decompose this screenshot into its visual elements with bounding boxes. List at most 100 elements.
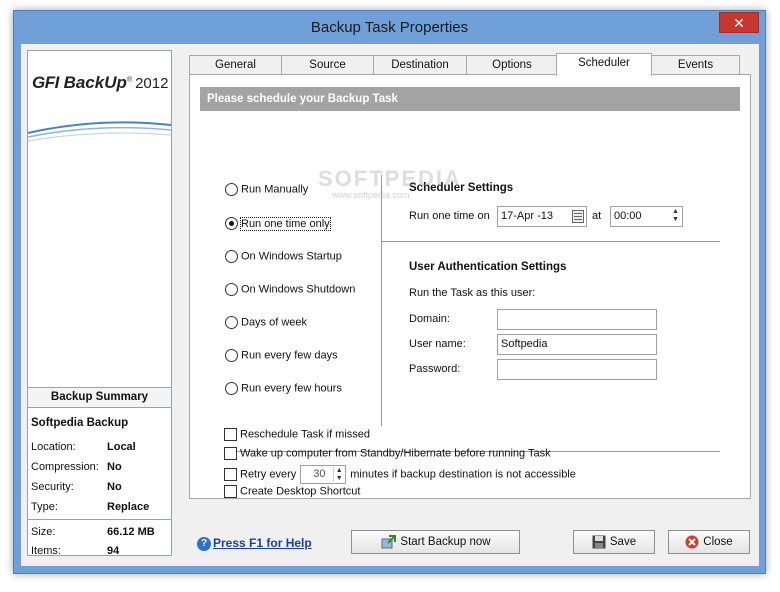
summary-key: Size: bbox=[31, 526, 56, 538]
gfi-backup-logo: GFI BackUp® 2012 bbox=[32, 73, 168, 93]
checkbox-wake-computer[interactable]: Wake up computer from Standby/Hibernate … bbox=[224, 447, 551, 463]
radio-label: Run every few hours bbox=[241, 382, 342, 395]
title-bar[interactable]: Backup Task Properties ✕ bbox=[14, 11, 765, 44]
username-label: User name: bbox=[409, 338, 466, 350]
app-window: Backup Task Properties ✕ GFI BackUp® 2012… bbox=[13, 10, 766, 574]
checkbox-reschedule[interactable]: Reschedule Task if missed bbox=[224, 428, 370, 444]
window-title: Backup Task Properties bbox=[310, 19, 469, 36]
start-backup-label: Start Backup now bbox=[400, 536, 491, 548]
radio-indicator[interactable] bbox=[225, 382, 238, 395]
summary-key: Security: bbox=[31, 481, 74, 493]
summary-header: Backup Summary bbox=[28, 387, 171, 408]
start-backup-icon bbox=[381, 535, 397, 549]
tab-strip: General Source Destination Options Sched… bbox=[189, 53, 749, 76]
date-picker[interactable]: 17-Apr -13 bbox=[497, 206, 587, 227]
auth-settings-header: User Authentication Settings bbox=[409, 261, 567, 273]
radio-indicator[interactable] bbox=[225, 316, 238, 329]
radio-label: On Windows Startup bbox=[241, 250, 342, 263]
radio-label: Run one time only bbox=[240, 216, 331, 231]
checkbox-box[interactable] bbox=[224, 447, 237, 460]
softpedia-watermark-url: www.softpedia.com bbox=[332, 190, 410, 200]
tab-options[interactable]: Options bbox=[466, 55, 558, 75]
checkbox-box[interactable] bbox=[224, 428, 237, 441]
spin-arrows-icon[interactable]: ▲ ▼ bbox=[333, 467, 344, 482]
tab-scheduler[interactable]: Scheduler bbox=[556, 53, 652, 76]
summary-divider bbox=[28, 519, 171, 520]
save-button[interactable]: Save bbox=[573, 530, 655, 554]
checkbox-label: Reschedule Task if missed bbox=[240, 428, 371, 441]
summary-key: Type: bbox=[31, 501, 58, 513]
tab-general[interactable]: General bbox=[189, 55, 282, 75]
dialog-client: GFI BackUp® 2012 Backup Summary Softpedia… bbox=[21, 44, 759, 566]
time-value: 00:00 bbox=[614, 210, 642, 222]
tab-source[interactable]: Source bbox=[281, 55, 374, 75]
summary-key: Location: bbox=[31, 441, 76, 453]
logo-superscript: ® bbox=[126, 76, 133, 84]
checkbox-desktop-shortcut[interactable]: Create Desktop Shortcut bbox=[224, 485, 360, 501]
summary-task-name: Softpedia Backup bbox=[31, 417, 129, 429]
logo-product: BackUp bbox=[63, 73, 127, 92]
radio-days-of-week[interactable]: Days of week bbox=[225, 316, 307, 332]
radio-windows-shutdown[interactable]: On Windows Shutdown bbox=[225, 283, 355, 299]
username-field[interactable]: Softpedia bbox=[497, 334, 657, 355]
checkbox-retry[interactable]: Retry every 30 ▲ ▼ minutes if backup destina… bbox=[224, 465, 576, 484]
date-value: 17-Apr -13 bbox=[501, 210, 553, 222]
summary-value: Local bbox=[107, 441, 136, 453]
password-field[interactable] bbox=[497, 359, 657, 380]
radio-indicator[interactable] bbox=[225, 250, 238, 263]
floppy-disk-icon bbox=[592, 535, 606, 549]
checkbox-label: Create Desktop Shortcut bbox=[240, 485, 361, 498]
radio-indicator[interactable] bbox=[225, 349, 238, 362]
start-backup-button[interactable]: Start Backup now bbox=[351, 530, 520, 554]
domain-label: Domain: bbox=[409, 313, 450, 325]
summary-value: Replace bbox=[107, 501, 150, 513]
radio-indicator[interactable] bbox=[225, 183, 238, 196]
radio-run-manually[interactable]: Run Manually bbox=[225, 183, 308, 199]
tab-destination[interactable]: Destination bbox=[373, 55, 467, 75]
spin-arrows-icon[interactable]: ▲ ▼ bbox=[670, 208, 681, 225]
logo-brand: GFI bbox=[32, 73, 59, 92]
radio-label: Days of week bbox=[241, 316, 308, 329]
retry-suffix-label: minutes if backup destination is not acc… bbox=[350, 468, 576, 481]
radio-label: Run every few days bbox=[241, 349, 338, 362]
section-divider bbox=[382, 241, 720, 242]
summary-key: Items: bbox=[31, 545, 61, 557]
radio-every-few-hours[interactable]: Run every few hours bbox=[225, 382, 342, 398]
help-link[interactable]: ? Press F1 for Help bbox=[197, 536, 312, 551]
domain-field[interactable] bbox=[497, 309, 657, 330]
radio-indicator-selected[interactable] bbox=[225, 217, 238, 230]
window-close-button[interactable]: ✕ bbox=[719, 12, 759, 33]
radio-every-few-days[interactable]: Run every few days bbox=[225, 349, 338, 365]
retry-minutes-value: 30 bbox=[313, 468, 326, 480]
checkbox-box[interactable] bbox=[224, 485, 237, 498]
help-icon: ? bbox=[197, 536, 211, 551]
summary-key: Compression: bbox=[31, 461, 99, 473]
radio-indicator[interactable] bbox=[225, 283, 238, 296]
summary-value: 94 bbox=[107, 545, 120, 557]
auth-caption: Run the Task as this user: bbox=[409, 287, 536, 299]
checkbox-label: Retry every bbox=[240, 468, 297, 481]
tab-events[interactable]: Events bbox=[651, 55, 740, 75]
password-label: Password: bbox=[409, 363, 461, 375]
summary-panel: GFI BackUp® 2012 Backup Summary Softpedia… bbox=[27, 50, 172, 557]
options-checklist: Reschedule Task if missed Wake up comput… bbox=[189, 419, 751, 499]
summary-value: No bbox=[107, 481, 122, 493]
time-spinner[interactable]: 00:00 ▲ ▼ bbox=[610, 206, 683, 227]
softpedia-watermark: SOFTPEDIA bbox=[318, 166, 462, 191]
checkbox-label: Wake up computer from Standby/Hibernate … bbox=[240, 447, 551, 460]
summary-value: No bbox=[107, 461, 122, 473]
radio-windows-startup[interactable]: On Windows Startup bbox=[225, 250, 342, 266]
close-x-icon bbox=[685, 535, 699, 549]
retry-minutes-spinner[interactable]: 30 ▲ ▼ bbox=[300, 465, 347, 484]
close-button[interactable]: Close bbox=[668, 530, 750, 554]
logo-year: 2012 bbox=[135, 75, 169, 92]
radio-label: Run Manually bbox=[241, 183, 309, 196]
checkbox-box[interactable] bbox=[224, 468, 237, 481]
help-link-label: Press F1 for Help bbox=[213, 536, 312, 550]
radio-run-one-time[interactable]: Run one time only bbox=[225, 216, 331, 233]
run-once-label: Run one time on bbox=[409, 210, 490, 222]
at-label: at bbox=[592, 210, 602, 222]
calendar-icon[interactable] bbox=[572, 210, 584, 223]
save-label: Save bbox=[609, 536, 637, 548]
summary-value: 66.12 MB bbox=[107, 526, 155, 538]
